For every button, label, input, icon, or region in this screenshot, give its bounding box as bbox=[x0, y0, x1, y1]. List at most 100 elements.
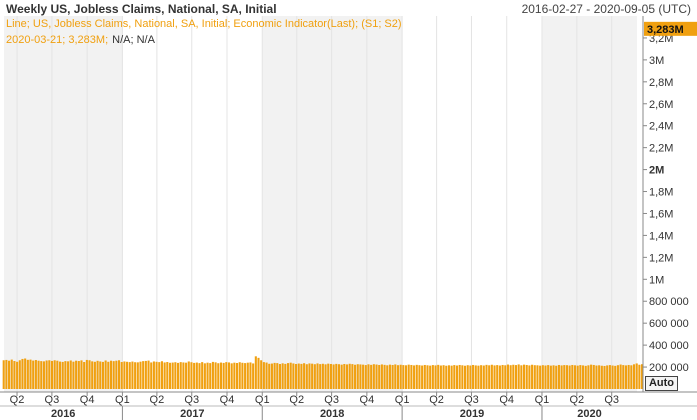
bar bbox=[611, 365, 614, 389]
bar bbox=[270, 363, 273, 389]
bar bbox=[233, 362, 236, 389]
x-tick-label: Q1 bbox=[255, 394, 270, 406]
bar bbox=[10, 359, 13, 389]
bar bbox=[461, 365, 464, 389]
bar bbox=[590, 364, 593, 389]
bar bbox=[348, 363, 351, 389]
bar bbox=[571, 364, 574, 389]
bar bbox=[327, 363, 330, 389]
bar bbox=[80, 360, 83, 389]
bar bbox=[480, 365, 483, 389]
bar bbox=[437, 364, 440, 389]
bar bbox=[142, 361, 145, 389]
bar bbox=[608, 365, 611, 389]
bar bbox=[525, 364, 528, 389]
y-tick-label: 2,4M bbox=[649, 121, 673, 133]
bar bbox=[627, 364, 630, 389]
year-label: 2018 bbox=[320, 408, 344, 420]
bar bbox=[410, 364, 413, 389]
bar bbox=[434, 365, 437, 389]
year-label: 2020 bbox=[577, 408, 601, 420]
bar bbox=[72, 361, 75, 389]
y-tick-label: 2,6M bbox=[649, 99, 673, 111]
bar bbox=[195, 362, 198, 389]
bar bbox=[193, 362, 196, 389]
bar bbox=[168, 362, 172, 389]
bar bbox=[455, 365, 459, 389]
bar bbox=[53, 360, 56, 389]
bar bbox=[190, 362, 193, 389]
bar bbox=[391, 364, 394, 389]
bar bbox=[514, 365, 518, 389]
bar bbox=[533, 365, 536, 389]
bar bbox=[584, 365, 587, 389]
bar bbox=[300, 363, 303, 389]
y-tick-label: 1M bbox=[649, 274, 664, 286]
bar bbox=[241, 362, 244, 389]
y-tick-label: 1,2M bbox=[649, 252, 673, 264]
bar bbox=[453, 365, 456, 389]
bar bbox=[565, 365, 568, 389]
year-shade bbox=[262, 16, 403, 392]
bar bbox=[69, 360, 72, 389]
bar bbox=[166, 362, 169, 389]
bar bbox=[600, 365, 603, 389]
bar bbox=[2, 360, 5, 389]
bar bbox=[319, 364, 322, 389]
bar bbox=[88, 360, 91, 389]
bar bbox=[85, 359, 88, 389]
bar bbox=[236, 363, 239, 389]
bar bbox=[469, 365, 472, 389]
bar bbox=[418, 365, 421, 389]
bar bbox=[311, 363, 314, 389]
bar bbox=[490, 364, 493, 389]
bar bbox=[364, 365, 367, 389]
bar bbox=[217, 363, 220, 389]
bar bbox=[203, 363, 206, 389]
x-tick-label: Q4 bbox=[80, 394, 95, 406]
bar bbox=[265, 362, 268, 389]
year-label: 2017 bbox=[180, 408, 204, 420]
bar bbox=[131, 361, 134, 389]
series-legend-label: Line; US, Jobless Claims, National, SA, … bbox=[6, 18, 402, 30]
bar bbox=[531, 364, 534, 389]
bar bbox=[292, 363, 295, 389]
bar bbox=[370, 364, 373, 389]
bar bbox=[555, 365, 558, 389]
bar bbox=[477, 365, 480, 389]
bar bbox=[107, 361, 110, 389]
bar bbox=[198, 363, 201, 389]
bar bbox=[520, 365, 523, 389]
bar bbox=[182, 362, 185, 389]
bar bbox=[337, 364, 341, 389]
bar bbox=[96, 360, 99, 389]
bar bbox=[380, 364, 383, 389]
y-tick-label: 1,8M bbox=[649, 187, 673, 199]
bar bbox=[316, 363, 319, 389]
year-shade bbox=[4, 16, 123, 392]
bar bbox=[26, 359, 29, 389]
bar bbox=[592, 364, 595, 389]
bar bbox=[152, 361, 155, 389]
bar bbox=[249, 362, 252, 389]
bar bbox=[32, 360, 35, 389]
auto-scale-button[interactable]: Auto bbox=[645, 376, 678, 391]
bar bbox=[50, 360, 54, 389]
bar bbox=[563, 365, 566, 389]
bar bbox=[281, 363, 284, 389]
bar bbox=[528, 365, 531, 389]
bar bbox=[388, 364, 391, 389]
y-tick-label: 200 000 bbox=[649, 362, 689, 374]
bar bbox=[506, 364, 509, 389]
x-tick-label: Q2 bbox=[289, 394, 304, 406]
y-tick-label: 400 000 bbox=[649, 340, 689, 352]
bar bbox=[8, 360, 11, 389]
bar bbox=[394, 364, 397, 389]
bar bbox=[174, 362, 177, 389]
bar bbox=[423, 364, 426, 389]
bar bbox=[445, 365, 448, 389]
bar bbox=[624, 365, 628, 389]
bar bbox=[616, 365, 619, 389]
bar bbox=[399, 364, 402, 389]
x-tick-label: Q3 bbox=[324, 394, 339, 406]
